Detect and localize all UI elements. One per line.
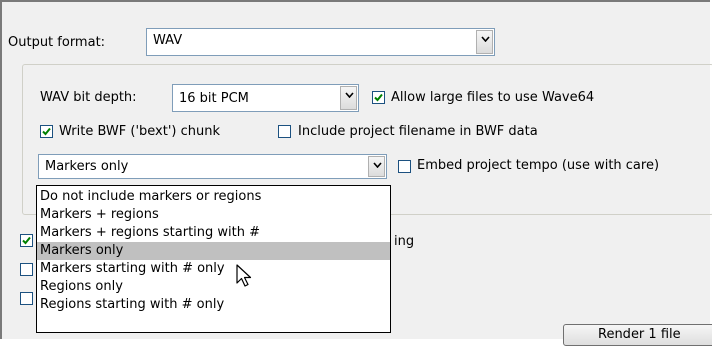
write-bwf-label[interactable]: Write BWF ('bext') chunk	[59, 124, 220, 140]
dropdown-option[interactable]: Markers + regions starting with #	[37, 224, 390, 242]
chevron-down-icon[interactable]	[476, 30, 493, 54]
chevron-down-icon[interactable]	[368, 156, 385, 177]
lower-checkbox-1[interactable]	[20, 234, 33, 247]
checkmark-icon	[22, 236, 31, 245]
embed-tempo-checkbox[interactable]	[398, 160, 411, 173]
dropdown-option[interactable]: Markers starting with # only	[37, 260, 390, 278]
lower-checkbox-3[interactable]	[20, 292, 33, 305]
dropdown-option[interactable]: Regions starting with # only	[37, 296, 390, 314]
dropdown-option[interactable]: Do not include markers or regions	[37, 188, 390, 206]
wav-bit-depth-select[interactable]: 16 bit PCM	[172, 84, 359, 112]
output-format-label: Output format:	[8, 35, 106, 50]
checkmark-icon	[42, 127, 51, 136]
obscured-label-fragment: ing	[394, 234, 415, 249]
mouse-cursor-icon	[236, 264, 252, 287]
chevron-down-icon[interactable]	[340, 86, 357, 110]
dropdown-option-selected[interactable]: Markers only	[37, 242, 390, 260]
include-project-filename-label[interactable]: Include project filename in BWF data	[298, 124, 538, 140]
dropdown-option[interactable]: Markers + regions	[37, 206, 390, 224]
wav-bit-depth-label: WAV bit depth:	[40, 90, 137, 105]
embed-tempo-label[interactable]: Embed project tempo (use with care)	[417, 158, 659, 174]
render-button-label: Render 1 file	[598, 327, 681, 342]
lower-checkbox-2[interactable]	[20, 263, 33, 276]
write-bwf-checkbox[interactable]	[40, 125, 53, 138]
markers-select-value: Markers only	[45, 159, 129, 174]
render-button[interactable]: Render 1 file	[563, 324, 712, 346]
checkmark-icon	[374, 93, 383, 102]
allow-large-files-label[interactable]: Allow large files to use Wave64	[391, 90, 594, 106]
dropdown-option[interactable]: Regions only	[37, 278, 390, 296]
output-format-select[interactable]: WAV	[146, 28, 495, 56]
markers-dropdown-list[interactable]: Do not include markers or regions Marker…	[36, 185, 391, 333]
output-format-value: WAV	[153, 33, 183, 48]
wav-bit-depth-value: 16 bit PCM	[179, 91, 249, 106]
include-project-filename-checkbox[interactable]	[278, 125, 291, 138]
allow-large-files-checkbox[interactable]	[372, 91, 385, 104]
markers-select[interactable]: Markers only	[38, 154, 387, 179]
